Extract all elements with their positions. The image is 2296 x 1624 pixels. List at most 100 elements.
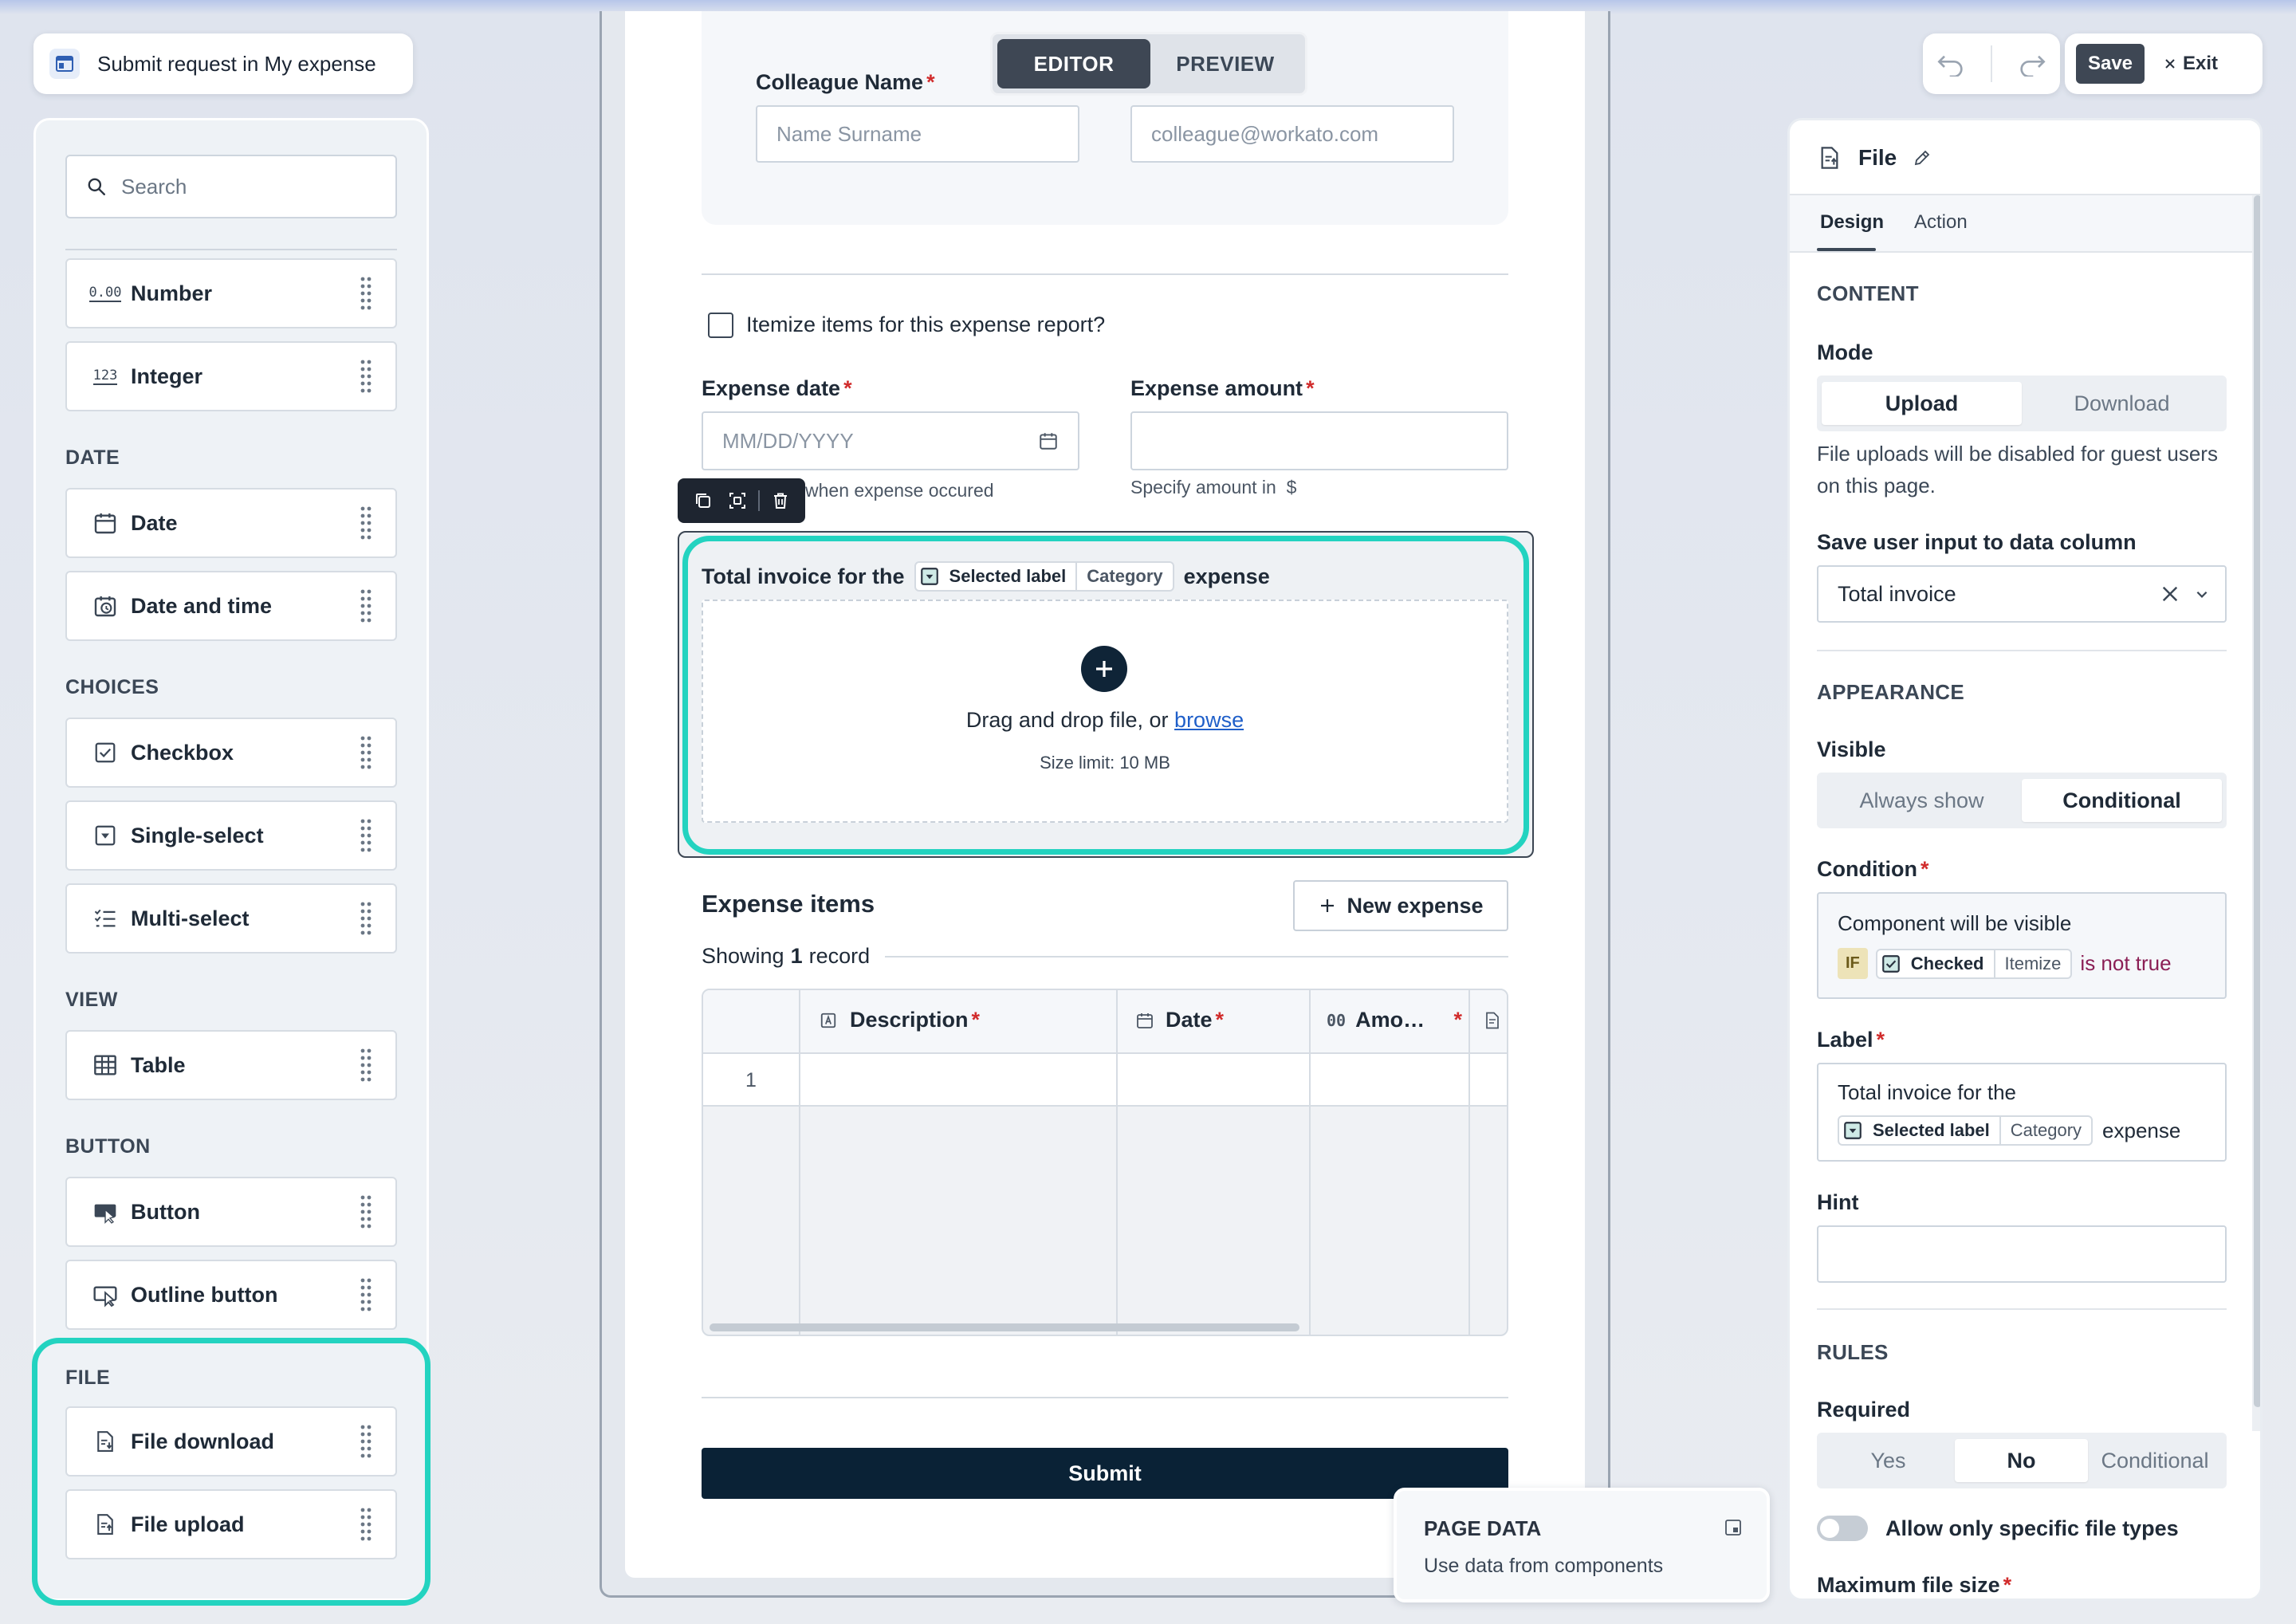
app-title-bar: Submit request in My expense bbox=[33, 33, 413, 94]
calendar-icon[interactable] bbox=[1038, 431, 1059, 451]
required-yes-option[interactable]: Yes bbox=[1822, 1439, 1955, 1482]
mode-upload-option[interactable]: Upload bbox=[1822, 382, 2022, 425]
column-divider bbox=[1116, 1054, 1118, 1107]
condition-label: Condition * bbox=[1817, 857, 1929, 881]
save-column-select[interactable]: Total invoice bbox=[1817, 565, 2227, 623]
sidebar-item-table[interactable]: Table bbox=[65, 1030, 397, 1100]
column-divider bbox=[1309, 990, 1311, 1335]
hint-input[interactable] bbox=[1817, 1225, 2227, 1283]
column-divider bbox=[1468, 990, 1470, 1335]
single-select-icon bbox=[1839, 1117, 1866, 1144]
drag-handle-icon[interactable] bbox=[359, 735, 373, 770]
sidebar-item-date[interactable]: Date bbox=[65, 488, 397, 558]
editor-tab[interactable]: EDITOR bbox=[997, 39, 1150, 88]
drag-handle-icon[interactable] bbox=[359, 901, 373, 936]
tab-design[interactable]: Design bbox=[1820, 211, 1884, 234]
required-segmented-control[interactable]: Yes No Conditional bbox=[1817, 1433, 2227, 1488]
visible-always-option[interactable]: Always show bbox=[1822, 779, 2022, 822]
colleague-email-input[interactable] bbox=[1151, 121, 1433, 147]
itemize-checkbox[interactable] bbox=[708, 313, 733, 338]
sidebar-item-label: Date and time bbox=[131, 593, 273, 618]
preview-tab[interactable]: PREVIEW bbox=[1150, 39, 1300, 88]
expense-amount-field[interactable] bbox=[1130, 411, 1508, 470]
new-expense-button[interactable]: New expense bbox=[1293, 880, 1508, 931]
chevron-down-icon[interactable] bbox=[2195, 587, 2209, 601]
colleague-name-field[interactable] bbox=[756, 105, 1079, 163]
page-data-subtitle: Use data from components bbox=[1424, 1555, 1664, 1577]
sidebar-item-integer[interactable]: 123 Integer bbox=[65, 341, 397, 411]
drag-handle-icon[interactable] bbox=[359, 359, 373, 394]
column-divider bbox=[1116, 990, 1118, 1335]
required-conditional-option[interactable]: Conditional bbox=[2088, 1439, 2222, 1482]
active-tab-indicator bbox=[1817, 248, 1876, 251]
sidebar-item-single-select[interactable]: Single-select bbox=[65, 800, 397, 871]
section-heading-date: DATE bbox=[65, 446, 120, 469]
component-search[interactable] bbox=[65, 155, 397, 218]
clear-icon[interactable] bbox=[2161, 585, 2179, 603]
sidebar-item-number[interactable]: 0.00 Number bbox=[65, 258, 397, 328]
section-heading-button: BUTTON bbox=[65, 1135, 151, 1158]
selected-label-chip: Selected label Category bbox=[1838, 1115, 2094, 1146]
properties-panel: File Design Action CONTENT Mode Upload D… bbox=[1787, 118, 2263, 1601]
mode-download-option[interactable]: Download bbox=[2022, 382, 2222, 425]
drag-handle-icon[interactable] bbox=[359, 505, 373, 541]
drag-handle-icon[interactable] bbox=[359, 588, 373, 623]
horizontal-scrollbar[interactable] bbox=[710, 1323, 1299, 1331]
sidebar-divider bbox=[65, 249, 397, 250]
colleague-name-input[interactable] bbox=[776, 121, 1059, 147]
expense-items-table[interactable]: Description * Date * 00 Amo… * 1 bbox=[702, 989, 1508, 1336]
props-scrollbar[interactable] bbox=[2254, 195, 2260, 1407]
editor-preview-toggle[interactable]: EDITOR PREVIEW bbox=[990, 32, 1307, 96]
sidebar-item-label: Single-select bbox=[131, 823, 264, 847]
drag-handle-icon[interactable] bbox=[359, 276, 373, 311]
sidebar-item-label: Number bbox=[131, 281, 213, 305]
column-header-description[interactable]: Description * bbox=[820, 1008, 980, 1032]
outline-button-icon bbox=[91, 1280, 120, 1309]
mode-label: Mode bbox=[1817, 340, 1873, 364]
edit-pencil-icon[interactable] bbox=[1913, 148, 1932, 167]
condition-box[interactable]: Component will be visible IF Checked Ite… bbox=[1817, 892, 2227, 999]
sidebar-item-checkbox[interactable]: Checkbox bbox=[65, 718, 397, 788]
drag-handle-icon[interactable] bbox=[359, 1194, 373, 1229]
sidebar-item-button[interactable]: Button bbox=[65, 1177, 397, 1247]
label-editor[interactable]: Total invoice for the Selected label Cat… bbox=[1817, 1063, 2227, 1162]
redo-icon[interactable] bbox=[2016, 51, 2048, 77]
sidebar-item-date-time[interactable]: Date and time bbox=[65, 571, 397, 641]
drag-handle-icon[interactable] bbox=[359, 1277, 373, 1312]
file-column-icon bbox=[1483, 1009, 1502, 1032]
condition-operator: is not true bbox=[2080, 951, 2172, 975]
sidebar-item-outline-button[interactable]: Outline button bbox=[65, 1260, 397, 1330]
expense-date-input[interactable] bbox=[722, 428, 1009, 454]
duplicate-icon[interactable] bbox=[690, 487, 717, 514]
sidebar-item-multi-select[interactable]: Multi-select bbox=[65, 883, 397, 954]
record-count: Showing 1 record bbox=[702, 944, 871, 968]
column-header-date[interactable]: Date * bbox=[1135, 1008, 1224, 1032]
required-label: Required bbox=[1817, 1398, 1911, 1421]
expense-amount-hint: Specify amount in $ bbox=[1130, 477, 1297, 497]
visible-segmented-control[interactable]: Always show Conditional bbox=[1817, 773, 2227, 828]
required-no-option[interactable]: No bbox=[1955, 1439, 2088, 1482]
drag-handle-icon[interactable] bbox=[359, 1048, 373, 1083]
delete-icon[interactable] bbox=[767, 487, 794, 514]
expand-panel-icon[interactable] bbox=[1724, 1518, 1743, 1537]
undo-icon[interactable] bbox=[1935, 51, 1967, 77]
column-header-amount[interactable]: 00 Amo… * bbox=[1327, 1008, 1462, 1032]
submit-button[interactable]: Submit bbox=[702, 1448, 1508, 1499]
save-button[interactable]: Save bbox=[2076, 44, 2145, 84]
allow-file-types-toggle[interactable] bbox=[1817, 1516, 1868, 1541]
drag-handle-icon[interactable] bbox=[359, 818, 373, 853]
label-label: Label * bbox=[1817, 1028, 1885, 1052]
expense-date-field[interactable] bbox=[702, 411, 1079, 470]
expense-amount-input[interactable] bbox=[1151, 428, 1488, 454]
mode-note: File uploads will be disabled for guest … bbox=[1817, 442, 2218, 497]
page-data-panel[interactable]: PAGE DATA Use data from components bbox=[1394, 1488, 1770, 1602]
colleague-email-field[interactable] bbox=[1130, 105, 1454, 163]
exit-button[interactable]: Exit bbox=[2164, 53, 2218, 75]
search-input[interactable] bbox=[121, 174, 360, 199]
itemize-label: Itemize items for this expense report? bbox=[746, 313, 1106, 336]
visible-conditional-option[interactable]: Conditional bbox=[2022, 779, 2222, 822]
select-parent-icon[interactable] bbox=[724, 487, 751, 514]
mode-segmented-control[interactable]: Upload Download bbox=[1817, 376, 2227, 431]
tab-action[interactable]: Action bbox=[1914, 211, 1968, 234]
table-row[interactable] bbox=[703, 1054, 1507, 1107]
